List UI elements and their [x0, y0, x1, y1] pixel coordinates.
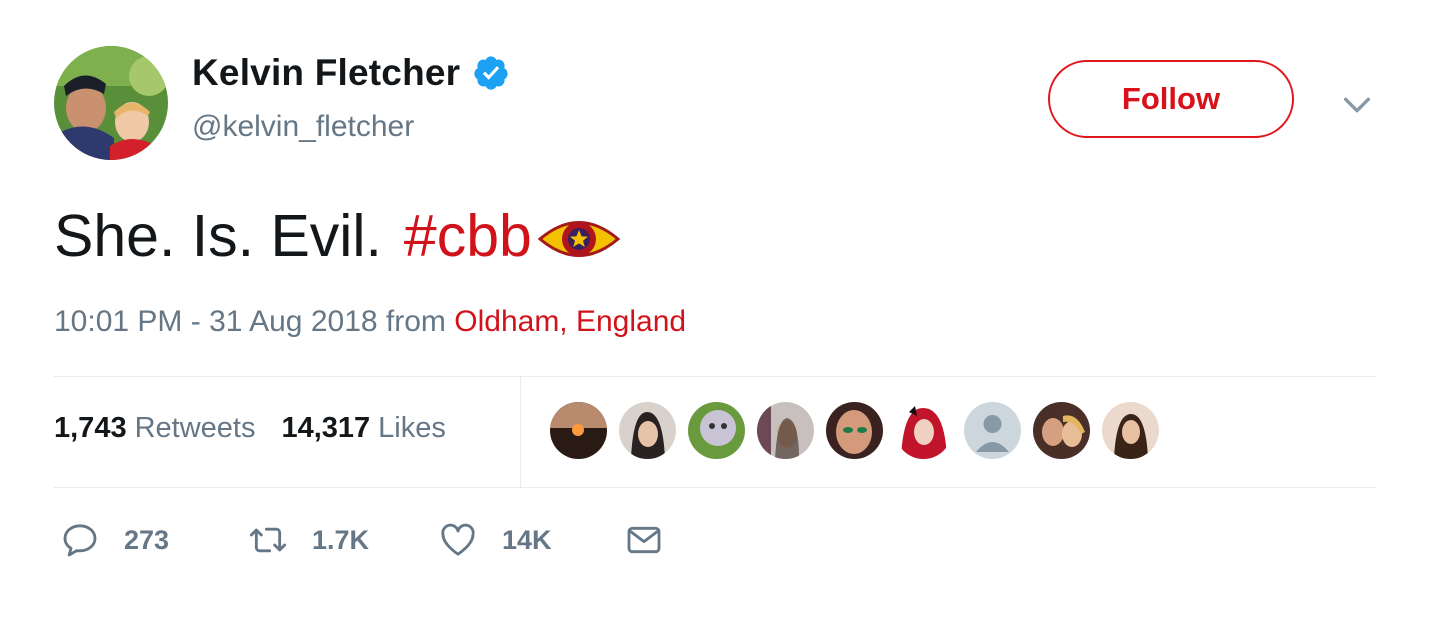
user-handle[interactable]: @kelvin_fletcher: [192, 110, 414, 144]
retweets-stat[interactable]: 1,743 Retweets: [54, 412, 255, 445]
tweet-metadata: 10:01 PM - 31 Aug 2018 from Oldham, Engl…: [54, 305, 686, 339]
location-link[interactable]: Oldham, England: [454, 305, 686, 338]
liker-avatar[interactable]: [1033, 402, 1090, 459]
timestamp[interactable]: 10:01 PM - 31 Aug 2018: [54, 305, 378, 338]
user-name-row[interactable]: Kelvin Fletcher: [192, 52, 510, 94]
profile-avatar[interactable]: [54, 46, 168, 160]
liker-avatar[interactable]: [1102, 402, 1159, 459]
like-count: 14K: [502, 524, 552, 555]
display-name[interactable]: Kelvin Fletcher: [192, 52, 460, 94]
tweet-text: She. Is. Evil. #cbb: [54, 200, 620, 272]
follow-button[interactable]: Follow: [1048, 60, 1294, 138]
tweet-stats: 1,743 Retweets 14,317 Likes: [54, 412, 446, 445]
retweet-button[interactable]: 1.7K: [248, 520, 438, 560]
retweets-count: 1,743: [54, 412, 127, 444]
tweet-actions: 273 1.7K 14K: [60, 520, 664, 560]
liker-avatar[interactable]: [619, 402, 676, 459]
liker-avatar[interactable]: [895, 402, 952, 459]
likes-count: 14,317: [281, 412, 371, 444]
stats-divider: [520, 377, 521, 487]
tweet-card: Kelvin Fletcher @kelvin_fletcher Follow …: [0, 0, 1440, 618]
liker-avatar[interactable]: [550, 402, 607, 459]
default-avatar-icon[interactable]: [964, 402, 1021, 459]
hashtag-link[interactable]: #cbb: [404, 200, 532, 272]
like-button[interactable]: 14K: [438, 520, 624, 560]
divider-bottom: [54, 487, 1376, 488]
liker-avatars: [550, 402, 1159, 459]
direct-message-button[interactable]: [624, 520, 664, 560]
divider-top: [54, 376, 1376, 377]
liker-avatar[interactable]: [688, 402, 745, 459]
envelope-icon: [627, 526, 661, 554]
liker-avatar[interactable]: [826, 402, 883, 459]
tweet-body: She. Is. Evil.: [54, 203, 382, 269]
reply-icon: [63, 524, 97, 557]
liker-avatar[interactable]: [757, 402, 814, 459]
verified-badge-icon: [472, 54, 510, 92]
from-label: from: [385, 305, 446, 338]
retweet-icon: [249, 527, 287, 553]
likes-label: Likes: [378, 412, 446, 444]
reply-count: 273: [124, 524, 170, 555]
cbb-eye-icon: [537, 221, 620, 257]
likes-stat[interactable]: 14,317 Likes: [281, 412, 445, 445]
reply-button[interactable]: 273: [60, 520, 248, 560]
chevron-down-icon[interactable]: [1340, 88, 1374, 122]
retweets-label: Retweets: [134, 412, 256, 444]
retweet-count: 1.7K: [312, 524, 370, 555]
heart-icon: [441, 523, 475, 556]
